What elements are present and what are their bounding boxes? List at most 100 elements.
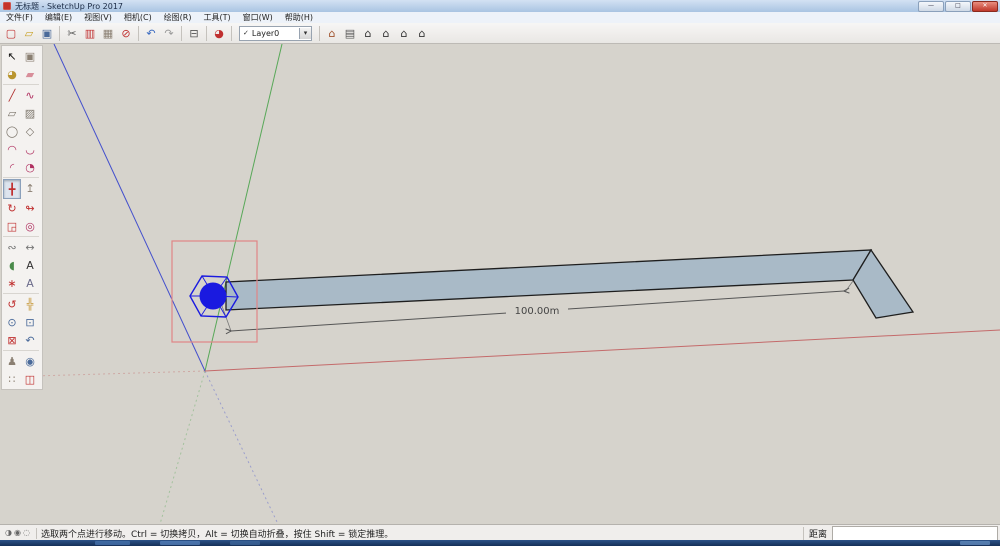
tool-polygon[interactable]: ◇ [21, 122, 39, 140]
tool-rectangle[interactable]: ▱ [3, 104, 21, 122]
tool-paint-bucket[interactable]: ◕ [3, 65, 21, 83]
tool-previous-view[interactable]: ↶ [21, 331, 39, 349]
measurement-input[interactable] [832, 526, 998, 541]
menu-item[interactable]: 帮助(H) [279, 12, 319, 23]
status-message: 选取两个点进行移动。Ctrl = 切换拷贝，Alt = 切换自动折叠，按住 Sh… [41, 527, 393, 540]
delete-button[interactable]: ⊘ [117, 25, 135, 42]
undo-button[interactable]: ↶ [142, 25, 160, 42]
chevron-down-icon[interactable]: ▾ [299, 28, 311, 39]
large-tool-set: ↖▣◕▰╱∿▱▨◯◇◠◡◜◔╋↥↻↬◲◎∾↔◖A∗A↺╬⊙⊡⊠↶♟◉∷◫ [1, 45, 43, 390]
tool-zoom-extents[interactable]: ⊠ [3, 331, 21, 349]
toolbar-separator [59, 26, 60, 41]
tool-rotated-rectangle[interactable]: ▨ [21, 104, 39, 122]
tool-walk[interactable]: ∷ [3, 370, 21, 388]
toolbar-separator [138, 26, 139, 41]
tool-scale[interactable]: ◲ [3, 217, 21, 235]
tool-freehand[interactable]: ∿ [21, 86, 39, 104]
tool-circle[interactable]: ◯ [3, 122, 21, 140]
tool-section-plane[interactable]: ◫ [21, 370, 39, 388]
tool-protractor[interactable]: ◖ [3, 256, 21, 274]
tool-zoom[interactable]: ⊙ [3, 313, 21, 331]
model-info-button[interactable]: ◕ [210, 25, 228, 42]
status-separator [36, 528, 37, 539]
axis-blue-line [54, 44, 205, 371]
tool-two-point-arc[interactable]: ◡ [21, 140, 39, 158]
tool-move[interactable]: ╋ [3, 179, 21, 199]
tool-make-component[interactable]: ▣ [21, 47, 39, 65]
toolbar-separator [3, 84, 39, 85]
views-toolbar-group: ⌂▤⌂⌂⌂⌂ [323, 25, 431, 42]
tool-look-around[interactable]: ◉ [21, 352, 39, 370]
tool-eraser[interactable]: ▰ [21, 65, 39, 83]
help-icon[interactable]: ◌ [23, 528, 30, 537]
tool-text[interactable]: A [21, 256, 39, 274]
toolbar-separator [3, 177, 39, 178]
open-button[interactable]: ▱ [20, 25, 38, 42]
tool-line[interactable]: ╱ [3, 86, 21, 104]
copy-button[interactable]: ▥ [81, 25, 99, 42]
tool-dimension[interactable]: ↔ [21, 238, 39, 256]
redo-button[interactable]: ↷ [160, 25, 178, 42]
layer-dropdown[interactable]: ✓ Layer0 ▾ [239, 26, 312, 41]
tool-rotate[interactable]: ↻ [3, 199, 21, 217]
toolbar-separator [181, 26, 182, 41]
selected-component[interactable] [200, 283, 227, 310]
axis-blue-negative [205, 371, 278, 524]
tool-select[interactable]: ↖ [3, 47, 21, 65]
drawing-canvas[interactable]: 100.00m [0, 44, 1000, 524]
taskbar-segment [230, 541, 260, 545]
bar-top-face[interactable] [226, 250, 871, 310]
dimension-extension-right [845, 281, 853, 292]
minimize-button[interactable]: — [918, 1, 944, 12]
view-back-button[interactable]: ⌂ [395, 25, 413, 42]
tool-push-pull[interactable]: ↥ [21, 179, 39, 197]
taskbar-strip [0, 540, 1000, 546]
window-controls: — □ ✕ [918, 1, 998, 12]
axis-green-line [205, 44, 282, 371]
tool-zoom-window[interactable]: ⊡ [21, 313, 39, 331]
status-bar: ◑◉◌ 选取两个点进行移动。Ctrl = 切换拷贝，Alt = 切换自动折叠，按… [0, 524, 1000, 541]
tool-position-camera[interactable]: ♟ [3, 352, 21, 370]
save-button[interactable]: ▣ [38, 25, 56, 42]
menu-item[interactable]: 工具(T) [198, 12, 237, 23]
tool-pie[interactable]: ◔ [21, 158, 39, 176]
view-front-button[interactable]: ⌂ [359, 25, 377, 42]
new-button[interactable]: ▢ [2, 25, 20, 42]
view-right-button[interactable]: ⌂ [377, 25, 395, 42]
tool-follow-me[interactable]: ↬ [21, 199, 39, 217]
close-button[interactable]: ✕ [972, 1, 998, 12]
layer-dropdown-value: Layer0 [252, 29, 279, 38]
maximize-button[interactable]: □ [945, 1, 971, 12]
menu-item[interactable]: 视图(V) [78, 12, 118, 23]
tool-orbit[interactable]: ↺ [3, 295, 21, 313]
toolbar-separator [231, 26, 232, 41]
view-iso-button[interactable]: ⌂ [323, 25, 341, 42]
menu-item[interactable]: 绘图(R) [158, 12, 198, 23]
tool-axes[interactable]: ∗ [3, 274, 21, 292]
credits-icon[interactable]: ◉ [14, 528, 21, 537]
taskbar-segment [160, 541, 200, 545]
print-button[interactable]: ⊟ [185, 25, 203, 42]
cut-button[interactable]: ✂ [63, 25, 81, 42]
status-icons: ◑◉◌ [5, 528, 32, 538]
menu-item[interactable]: 窗口(W) [237, 12, 279, 23]
view-top-button[interactable]: ▤ [341, 25, 359, 42]
tool-arc[interactable]: ◠ [3, 140, 21, 158]
check-icon: ✓ [243, 29, 249, 37]
menu-item[interactable]: 编辑(E) [39, 12, 78, 23]
geolocation-icon[interactable]: ◑ [5, 528, 12, 537]
tool-tape-measure[interactable]: ∾ [3, 238, 21, 256]
menu-item[interactable]: 相机(C) [118, 12, 158, 23]
tool-offset[interactable]: ◎ [21, 217, 39, 235]
tool-three-d-text[interactable]: A [21, 274, 39, 292]
toolbar-separator [3, 293, 39, 294]
menu-item[interactable]: 文件(F) [0, 12, 39, 23]
axis-red-line [205, 330, 1000, 371]
view-left-button[interactable]: ⌂ [413, 25, 431, 42]
tool-three-point-arc[interactable]: ◜ [3, 158, 21, 176]
standard-toolbar-group: ▢▱▣ ✂▥▦⊘ ↶↷ ⊟ ◕ [2, 25, 228, 42]
paste-button[interactable]: ▦ [99, 25, 117, 42]
tool-pan[interactable]: ╬ [21, 295, 39, 313]
main-toolbar: ▢▱▣✂▥▦⊘↶↷⊟◕ ✓ Layer0 ▾ ⌂▤⌂⌂⌂⌂ [0, 23, 1000, 44]
taskbar-segment [960, 541, 990, 545]
